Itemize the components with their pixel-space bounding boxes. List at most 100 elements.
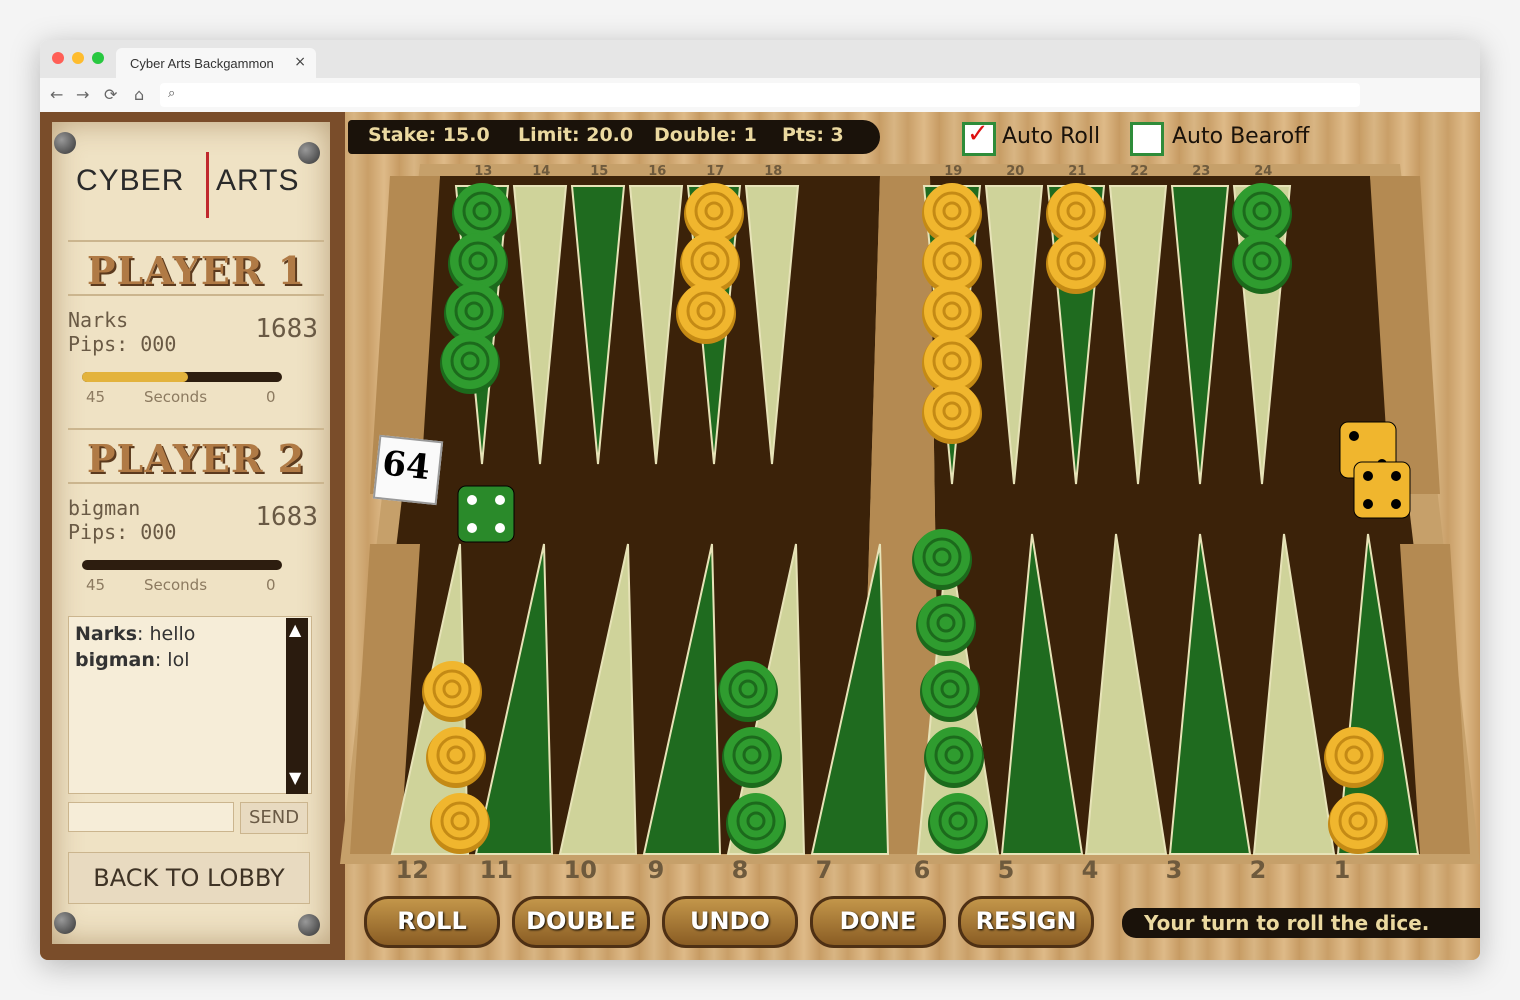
minimize-window-button[interactable] [72,52,84,64]
auto-roll-checkbox[interactable]: ✓ [962,119,996,156]
auto-bearoff-label: Auto Bearoff [1172,124,1310,149]
back-to-lobby-button[interactable]: BACK TO LOBBY [68,852,310,904]
chat-user: bigman [75,649,155,671]
chat-input[interactable] [68,802,234,832]
paper-card: CYBER ARTS PLAYER 1 Narks Pips: 000 1683… [52,122,330,944]
home-icon[interactable]: ⌂ [134,85,144,104]
checker-face [922,661,978,717]
reload-icon[interactable]: ⟳ [104,85,117,104]
chat-log[interactable]: Narks: hello bigman: lol [68,616,312,794]
die-pip [495,523,505,533]
auto-bearoff-checkbox[interactable] [1130,122,1164,156]
checker-face [924,233,980,289]
die-pip [467,495,477,505]
tab-close-icon[interactable]: × [294,54,306,70]
checker-face [924,183,980,239]
rivet-icon [54,132,76,154]
search-icon: ⌕ [168,86,176,101]
back-arrow-icon[interactable]: ← [50,85,63,104]
die [1353,461,1411,519]
player1-rating: 1683 [255,314,318,344]
checker-face [1234,183,1290,239]
rivet-icon [298,142,320,164]
point-number: 6 [913,856,931,884]
die-pip [467,523,477,533]
divider [68,428,324,430]
double-button[interactable]: DOUBLE [512,896,650,948]
titlebar: Cyber Arts Backgammon × [40,40,1480,78]
doubling-cube-value: 64 [380,443,432,489]
logo-text-right: ARTS [216,164,300,197]
player-panel: CYBER ARTS PLAYER 1 Narks Pips: 000 1683… [40,112,345,960]
point-number: 17 [706,164,725,179]
checker-face [720,661,776,717]
limit-label: Limit: 20.0 [518,124,634,146]
checker-face [1326,727,1382,783]
checker-face [914,529,970,585]
browser-tab[interactable]: Cyber Arts Backgammon × [116,48,316,78]
close-window-button[interactable] [52,52,64,64]
checker-face [918,595,974,651]
maximize-window-button[interactable] [92,52,104,64]
chat-text: : lol [154,649,190,671]
point-number: 5 [997,856,1015,884]
player2-timer-start: 45 [86,576,106,594]
checker-face [682,233,738,289]
checker-face [432,793,488,849]
checker-face [446,283,502,339]
browser-toolbar: ← → ⟳ ⌂ ⌕ [40,78,1480,113]
player1-timer-bar [82,372,282,382]
double-label: Double: 1 [654,124,757,146]
stake-label: Stake: 15.0 [368,124,490,146]
die-pip [1391,471,1401,481]
send-button[interactable]: SEND [240,802,308,834]
checker-face [1234,233,1290,289]
stake-info-bar: Stake: 15.0 Limit: 20.0 Double: 1 Pts: 3 [348,120,880,154]
done-button[interactable]: DONE [810,896,946,948]
point-number: 16 [648,164,667,179]
player2-pips: Pips: 000 [68,520,177,544]
checker-face [686,183,742,239]
logo-text-left: CYBER [76,164,185,197]
address-bar[interactable]: ⌕ [160,83,1360,107]
chat-scrollbar[interactable]: ▲ ▼ [286,618,308,794]
checkmark-icon: ✓ [967,119,989,149]
scroll-up-icon[interactable]: ▲ [289,620,301,639]
scroll-down-icon[interactable]: ▼ [289,768,301,787]
resign-button[interactable]: RESIGN [958,896,1094,948]
die-face [1353,461,1411,519]
tab-title: Cyber Arts Backgammon [130,56,274,71]
point-number: 2 [1249,856,1267,884]
rivet-icon [54,912,76,934]
doubling-cube[interactable]: 64 [372,434,444,506]
point-number: 1 [1333,856,1351,884]
point-number: 21 [1068,164,1087,179]
checker-face [924,333,980,389]
divider [68,240,324,242]
player2-timer-bar [82,560,282,570]
player1-pips: Pips: 000 [68,332,177,356]
point-number: 12 [395,856,429,884]
checker-face [926,727,982,783]
die-pip [1363,471,1373,481]
point-number: 22 [1130,164,1149,179]
player1-title: PLAYER 1 [86,248,306,293]
backgammon-board [340,164,1480,864]
point-number: 18 [764,164,783,179]
checker-face [924,283,980,339]
undo-button[interactable]: UNDO [662,896,798,948]
forward-arrow-icon[interactable]: → [76,85,89,104]
point-number: 15 [590,164,609,179]
die-pip [1363,499,1373,509]
checker-face [1048,183,1104,239]
player1-timer-label: Seconds [144,388,208,406]
roll-button[interactable]: ROLL [364,896,500,948]
points-label: Pts: 3 [782,124,844,146]
point-number: 10 [563,856,597,884]
checker-face [1048,233,1104,289]
die-pip [1391,499,1401,509]
logo-separator [206,152,209,218]
point-number: 19 [944,164,963,179]
chat-user: Narks [75,623,138,645]
die-pip [1349,431,1359,441]
